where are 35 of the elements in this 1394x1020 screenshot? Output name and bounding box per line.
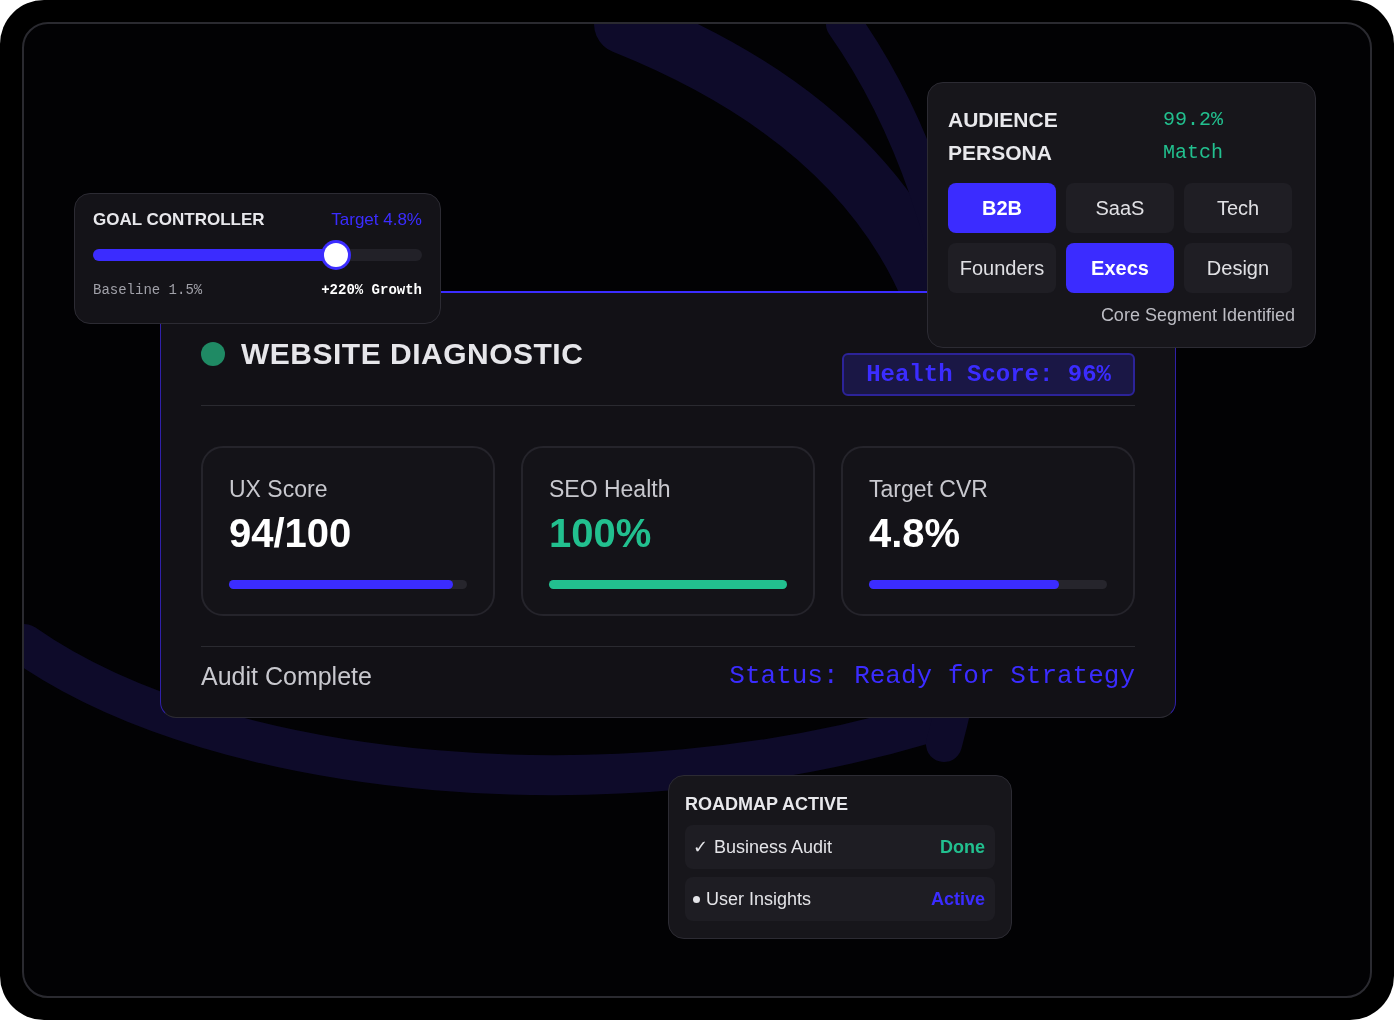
segment-chip[interactable]: Execs [1066,243,1174,293]
segment-chip[interactable]: Tech [1184,183,1292,233]
card-title: GOAL CONTROLLER [93,210,265,230]
segment-caption: Core Segment Identified [1099,305,1295,326]
metric-label: Target CVR [869,476,989,503]
growth-label: +220% Growth [321,282,422,298]
step-label: User Insights [706,888,812,910]
segment-chip[interactable]: Founders [948,243,1056,293]
bullet-icon [693,895,700,903]
step-status: Active [930,888,985,910]
check-icon: ✓ [693,836,708,858]
match-label: Match [1163,140,1223,166]
slider-thumb[interactable] [324,243,349,267]
metric-label: UX Score [229,476,329,503]
target-label: Target 4.8% [331,210,422,230]
health-score-badge: Health Score: 96% [842,352,1135,396]
strategy-status: Status: Ready for Strategy [729,661,1135,691]
goal-slider[interactable] [93,240,422,270]
step-label: Business Audit [714,836,833,858]
card-title: PERSONA [948,140,1053,166]
metric-value: 4.8% [869,511,962,556]
step-status: Done [940,836,985,858]
metric-value: 100% [549,511,653,556]
match-label: 99.2% [1163,107,1223,133]
metric-value: 94/100 [229,511,353,556]
baseline-label: Baseline 1.5% [93,282,203,298]
status-dot [201,342,225,366]
segment-chip[interactable]: SaaS [1066,183,1174,233]
audit-status: Audit Complete [201,661,372,691]
card-title: WEBSITE DIAGNOSTIC [241,337,585,371]
segment-chip[interactable]: Design [1184,243,1292,293]
card-title: ROADMAP ACTIVE [685,794,849,815]
segment-chip[interactable]: B2B [948,183,1056,233]
metric-label: SEO Health [549,476,672,503]
card-title: AUDIENCE [948,107,1059,133]
